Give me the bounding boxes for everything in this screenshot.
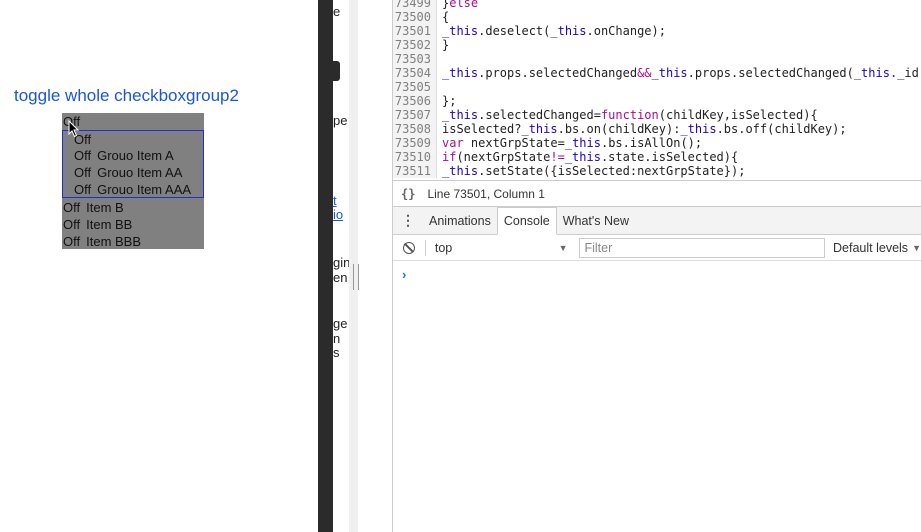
- link-fragment[interactable]: t: [333, 193, 337, 208]
- checkbox-label: Item B: [86, 200, 124, 215]
- resize-handle[interactable]: [353, 264, 359, 290]
- code-text: }: [442, 38, 450, 52]
- console-prompt-icon: ›: [402, 267, 407, 282]
- code-line: 73509 var nextGrpState=_this.bs.isAllOn()…: [393, 136, 921, 150]
- line-number[interactable]: 73504: [393, 66, 437, 80]
- line-number[interactable]: 73507: [393, 108, 437, 122]
- line-number[interactable]: 73501: [393, 24, 437, 38]
- code-text: if(nextGrpState!=_this.state.isSelected)…: [442, 150, 739, 164]
- drawer-menu-icon[interactable]: ⋮: [393, 207, 423, 234]
- line-number[interactable]: 73505: [393, 80, 437, 94]
- code-line: 73511 _this.setState({isSelected:nextGrpS…: [393, 164, 921, 178]
- context-selector[interactable]: top ▼: [435, 241, 568, 255]
- checkbox-item[interactable]: Off Grouo Item A: [74, 147, 174, 164]
- dropdown-arrow-icon: ▼: [558, 242, 568, 253]
- drawer-tab-bar: ⋮ Animations Console What's New: [393, 207, 921, 235]
- code-line: 73510 if(nextGrpState!=_this.state.isSele…: [393, 150, 921, 164]
- code-line: 73500 {: [393, 10, 921, 24]
- line-number[interactable]: 73510: [393, 150, 437, 164]
- context-value: top: [434, 240, 453, 255]
- checkbox-state: Off: [63, 200, 81, 215]
- dark-tab-fragment: [333, 61, 340, 81]
- line-number[interactable]: 73500: [393, 10, 437, 24]
- line-number[interactable]: 73499: [393, 0, 437, 10]
- checkbox-state: Off: [63, 217, 81, 232]
- text-fragment: ge: [333, 316, 348, 331]
- console-output[interactable]: ›: [393, 261, 921, 532]
- checkbox-item[interactable]: Off Grouo Item AAA: [74, 181, 191, 198]
- code-line: 73499 }else: [393, 0, 921, 10]
- code-text: var nextGrpState=_this.bs.isAllOn();: [442, 136, 703, 150]
- text-fragment: s: [333, 345, 340, 360]
- text-fragment: en: [333, 270, 348, 285]
- mouse-cursor-icon: [68, 120, 80, 138]
- tab-animations[interactable]: Animations: [423, 207, 497, 234]
- checkbox-label: Item BBB: [86, 234, 142, 249]
- checkbox-item[interactable]: Off Item BB: [63, 216, 132, 233]
- source-editor[interactable]: 73499 }else 73500 { 73501 _this.deselect(_t…: [393, 0, 921, 180]
- code-text: _this.deselect(_this.onChange);: [442, 24, 666, 38]
- devtools-panel: 73499 }else 73500 { 73501 _this.deselect(_t…: [393, 0, 921, 532]
- partial-page: e pe t io gin en ge n s: [333, 0, 393, 532]
- code-text: isSelected?_this.bs.on(childKey):_this.b…: [442, 122, 847, 136]
- window-gutter: [318, 0, 333, 532]
- code-line: 73507 _this.selectedChanged=function(chil…: [393, 108, 921, 122]
- code-line: 73504 _this.props.selectedChanged&&_this.…: [393, 66, 921, 80]
- code-line: 73505: [393, 80, 921, 94]
- checkbox-state: Off: [74, 165, 92, 180]
- tab-console[interactable]: Console: [496, 207, 557, 235]
- code-text: _this.setState({isSelected:nextGrpState}…: [442, 164, 746, 178]
- text-fragment: n: [333, 331, 341, 346]
- text-fragment: e: [333, 4, 341, 19]
- checkbox-item[interactable]: Off Item BBB: [63, 233, 141, 250]
- demo-page: toggle whole checkboxgroup2 Off Off Off G…: [0, 0, 318, 532]
- code-text: {: [442, 10, 450, 24]
- code-line: 73503: [393, 52, 921, 66]
- line-number[interactable]: 73503: [393, 52, 437, 66]
- checkbox-state: Off: [74, 148, 92, 163]
- code-text: _this.props.selectedChanged&&_this.props…: [442, 66, 919, 80]
- toggle-checkboxgroup-link[interactable]: toggle whole checkboxgroup2: [14, 86, 239, 106]
- checkbox-item[interactable]: Off Grouo Item AA: [74, 164, 182, 181]
- checkbox-item[interactable]: Off Item B: [63, 199, 124, 216]
- code-text: }else: [442, 0, 479, 10]
- checkbox-label: Grouo Item AA: [97, 165, 183, 180]
- filter-input[interactable]: [579, 237, 826, 258]
- pretty-print-icon[interactable]: {}: [401, 187, 415, 201]
- clear-console-icon[interactable]: [403, 241, 415, 254]
- checkbox-state: Off: [63, 234, 81, 249]
- cursor-position: Line 73501, Column 1: [427, 186, 545, 201]
- link-fragment[interactable]: io: [333, 207, 343, 222]
- line-number[interactable]: 73506: [393, 94, 437, 108]
- checkbox-label: Grouo Item A: [97, 148, 174, 163]
- log-levels-label: Default levels: [833, 240, 909, 255]
- editor-status-bar: {} Line 73501, Column 1: [393, 180, 921, 207]
- dropdown-arrow-icon: ▼: [912, 242, 921, 253]
- line-number[interactable]: 73511: [393, 164, 437, 178]
- code-line: 73506};: [393, 94, 921, 108]
- tab-whats-new[interactable]: What's New: [557, 207, 635, 234]
- checkbox-group: Off Off Off Grouo Item A Off Grouo Item AA…: [62, 113, 204, 249]
- text-fragment: gin: [333, 255, 351, 270]
- console-toolbar: top ▼ Default levels ▼: [393, 235, 921, 261]
- log-levels-dropdown[interactable]: Default levels ▼: [833, 241, 921, 255]
- checkbox-label: Item BB: [86, 217, 133, 232]
- line-number[interactable]: 73508: [393, 122, 437, 136]
- code-line: 73502}: [393, 38, 921, 52]
- code-line: 73501 _this.deselect(_this.onChange);: [393, 24, 921, 38]
- line-number[interactable]: 73502: [393, 38, 437, 52]
- line-number[interactable]: 73509: [393, 136, 437, 150]
- toolbar-divider: [424, 239, 426, 256]
- text-fragment: pe: [333, 113, 348, 128]
- code-text: _this.selectedChanged=function(childKey,…: [442, 108, 818, 122]
- code-text: };: [442, 94, 457, 108]
- checkbox-label: Grouo Item AAA: [97, 182, 192, 197]
- inner-checkbox-group: Off Off Grouo Item A Off Grouo Item AA Off…: [62, 130, 204, 198]
- checkbox-state: Off: [74, 182, 92, 197]
- code-line: 73508 isSelected?_this.bs.on(childKey):_t…: [393, 122, 921, 136]
